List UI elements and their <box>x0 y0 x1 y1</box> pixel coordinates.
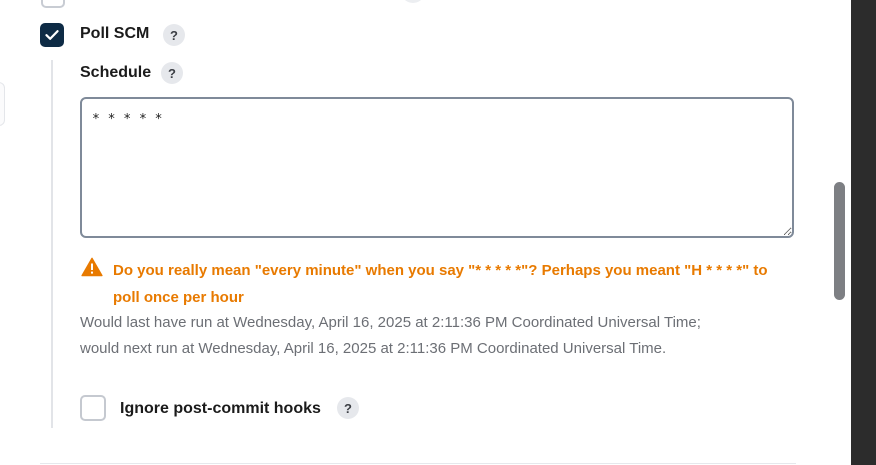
ignore-post-commit-hooks-label[interactable]: Ignore post-commit hooks <box>120 400 321 418</box>
next-run-text: would next run at Wednesday, April 16, 2… <box>80 340 667 357</box>
checkmark-icon <box>45 30 59 40</box>
ignore-post-commit-hooks-help-icon[interactable]: ? <box>337 397 359 419</box>
section-divider <box>40 463 796 464</box>
warning-triangle-icon <box>81 257 103 277</box>
poll-scm-label[interactable]: Poll SCM <box>80 25 149 43</box>
scrollbar-thumb[interactable] <box>834 182 845 300</box>
window-edge <box>851 0 876 465</box>
warning-text: Do you really mean "every minute" when y… <box>113 262 768 306</box>
last-run-text: Would last have run at Wednesday, April … <box>80 314 701 331</box>
left-panel-edge <box>0 82 5 126</box>
schedule-label: Schedule <box>80 64 152 81</box>
nested-section-rule <box>51 60 53 428</box>
poll-scm-checkbox[interactable] <box>40 23 64 47</box>
schedule-run-info: Would last have run at Wednesday, April … <box>80 310 800 362</box>
previous-trigger-help-icon[interactable] <box>403 0 423 3</box>
previous-trigger-checkbox[interactable] <box>41 0 65 8</box>
build-triggers-section: Poll SCM ? Schedule ? Do you really mean… <box>0 0 876 465</box>
poll-scm-help-icon[interactable]: ? <box>163 24 185 46</box>
schedule-help-icon[interactable]: ? <box>161 62 183 84</box>
schedule-warning: Do you really mean "every minute" when y… <box>80 257 796 311</box>
schedule-textarea[interactable] <box>80 97 794 238</box>
ignore-post-commit-hooks-checkbox[interactable] <box>80 395 106 421</box>
